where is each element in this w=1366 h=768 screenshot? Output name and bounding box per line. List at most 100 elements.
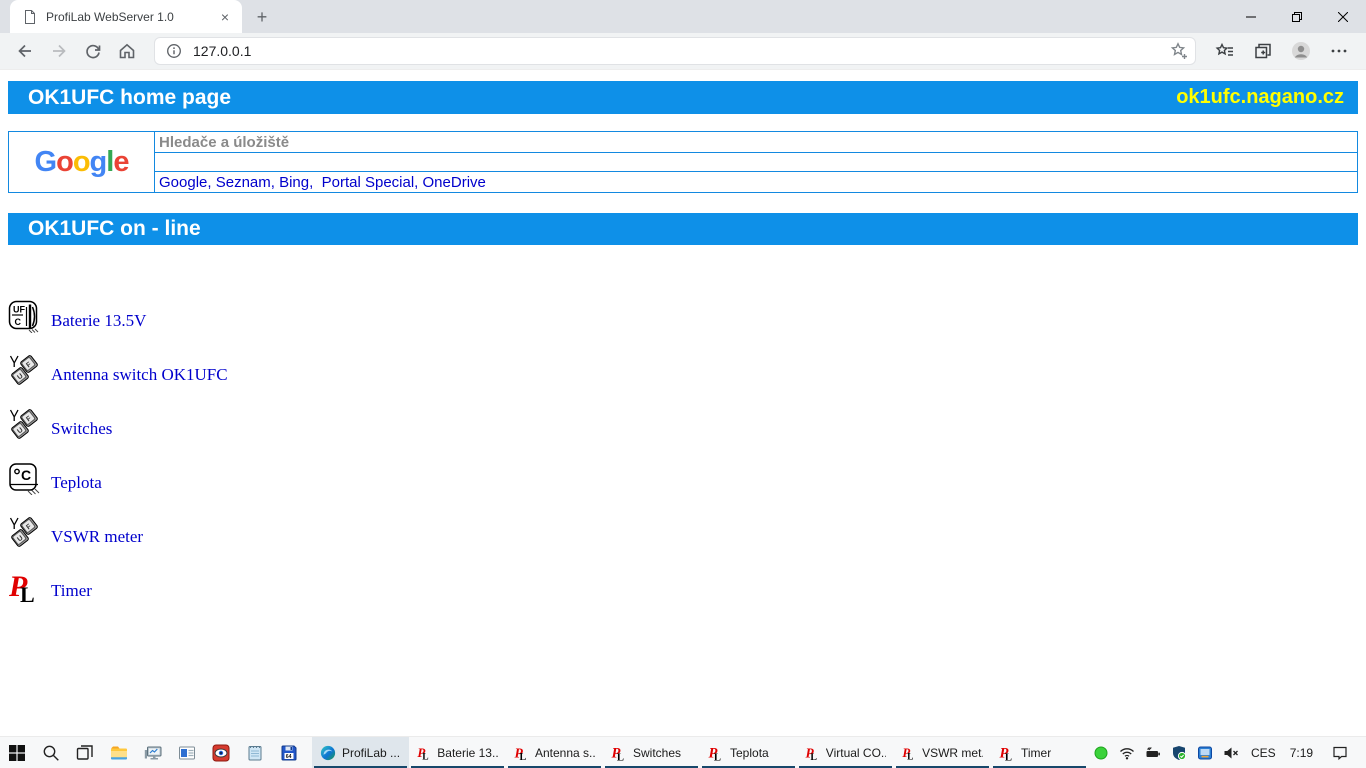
taskbar-app-button[interactable]: Baterie 13.... [409,737,506,768]
back-button[interactable] [8,35,42,67]
page-icon [22,9,38,25]
web-page: OK1UFC home page ok1ufc.nagano.cz Google… [0,69,1366,737]
google-logo-letter: o [73,146,90,178]
battery-icon[interactable] [1140,745,1166,761]
tab-title: ProfiLab WebServer 1.0 [38,10,216,24]
device-links-list: Baterie 13.5V Antenna switch OK1UFC Swit… [8,300,1358,603]
profilab-icon [805,745,820,761]
device-link-item: Timer [8,570,1358,603]
taskbar-app-label: Teplota [730,746,769,760]
online-section-header: OK1UFC on - line [8,213,1358,245]
search-button[interactable] [34,737,68,768]
refresh-button[interactable] [76,35,110,67]
file-explorer-icon[interactable] [102,737,136,768]
device-link[interactable]: Baterie 13.5V [51,311,146,333]
new-tab-button[interactable]: + [248,3,276,31]
profilab-icon [611,745,627,761]
taskbar-app-label: VSWR met... [922,746,983,760]
device-link-item: Switches [8,408,1358,441]
favorites-hub-button[interactable] [1206,35,1244,67]
search-link[interactable]: OneDrive [423,174,486,191]
image-viewer-icon[interactable] [204,737,238,768]
close-button[interactable] [1320,0,1366,33]
search-link[interactable]: Seznam, [216,174,279,191]
task-view-button[interactable] [68,737,102,768]
taskbar-app-button[interactable]: Switches [603,737,700,768]
keyboard-language[interactable]: CES [1244,746,1283,760]
nav-buttons [8,35,144,67]
add-favorite-icon[interactable] [1169,41,1189,61]
device-link-item: Baterie 13.5V [8,300,1358,333]
celsius-icon [8,462,41,495]
browser-tab[interactable]: ProfiLab WebServer 1.0 × [10,0,242,33]
taskbar-app-label: Switches [633,746,681,760]
device-link-item: Antenna switch OK1UFC [8,354,1358,387]
taskbar-app-button[interactable]: Virtual CO... [797,737,894,768]
site-info-icon[interactable] [165,42,183,60]
taskbar-app-buttons: ProfiLab ... Baterie 13.... Antenna s... [312,737,1088,768]
profile-button[interactable] [1282,35,1320,67]
domain-link[interactable]: ok1ufc.nagano.cz [1176,86,1344,109]
more-menu-button[interactable] [1320,35,1358,67]
window-controls [1228,0,1366,33]
search-table-right: Hledače a úložiště Google, Seznam, Bing,… [155,132,1357,192]
google-logo[interactable]: Google [9,132,155,192]
google-logo-letter: G [35,146,57,178]
defender-shield-icon[interactable] [1166,745,1192,761]
tab-close-icon[interactable]: × [216,8,234,26]
profilab-icon [514,745,529,761]
volume-muted-icon[interactable] [1218,745,1244,761]
url-text[interactable]: 127.0.0.1 [183,43,1169,59]
taskbar-app-button[interactable]: ProfiLab ... [312,737,409,768]
antenna-keys-icon [8,408,41,441]
taskbar-app-label: Antenna s... [535,746,595,760]
floppy-64-icon[interactable] [272,737,306,768]
google-logo-letter: g [90,146,107,178]
profilab-logo-icon [8,570,41,603]
clock[interactable]: 7:19 [1283,746,1320,760]
taskbar-app-button[interactable]: VSWR met... [894,737,991,768]
taskbar-app-label: Timer [1021,746,1051,760]
restore-button[interactable] [1274,0,1320,33]
tray-icons [1088,745,1244,761]
system-tray: CES 7:19 [1088,737,1366,768]
profilab-icon [902,745,916,761]
status-green-icon[interactable] [1088,745,1114,761]
wifi-icon[interactable] [1114,745,1140,761]
device-link[interactable]: VSWR meter [51,527,143,549]
browser-nav-bar: 127.0.0.1 [0,33,1366,69]
device-link[interactable]: Antenna switch OK1UFC [51,365,228,387]
device-link-item: Teplota [8,462,1358,495]
home-page-header: OK1UFC home page ok1ufc.nagano.cz [8,81,1358,114]
ufc-filter-icon [8,300,41,333]
taskbar-app-button[interactable]: Teplota [700,737,797,768]
taskbar-app-label: ProfiLab ... [342,746,400,760]
taskbar-app-label: Virtual CO... [826,746,886,760]
minimize-button[interactable] [1228,0,1274,33]
taskbar-pinned-icons [0,737,306,768]
address-bar[interactable]: 127.0.0.1 [154,37,1196,65]
antenna-keys-icon [8,354,41,387]
forward-button[interactable] [42,35,76,67]
start-button[interactable] [0,737,34,768]
collections-button[interactable] [1244,35,1282,67]
panel-app-icon[interactable] [170,737,204,768]
device-link[interactable]: Timer [51,581,92,603]
search-link[interactable]: Bing, [279,174,322,191]
notepad-icon[interactable] [238,737,272,768]
device-link[interactable]: Teplota [51,473,102,495]
network-app-icon[interactable] [1192,745,1218,761]
profilab-icon [708,745,724,761]
search-link[interactable]: Portal Special, [322,174,423,191]
device-link-item: VSWR meter [8,516,1358,549]
search-table: Google Hledače a úložiště Google, Seznam… [8,131,1358,193]
search-table-empty-row [155,153,1357,172]
device-link[interactable]: Switches [51,419,112,441]
taskbar-app-button[interactable]: Timer [991,737,1088,768]
action-center-icon[interactable] [1320,745,1360,761]
browser-toolbar [1206,35,1358,67]
home-button[interactable] [110,35,144,67]
monitor-app-icon[interactable] [136,737,170,768]
search-link[interactable]: Google, [159,174,216,191]
taskbar-app-button[interactable]: Antenna s... [506,737,603,768]
